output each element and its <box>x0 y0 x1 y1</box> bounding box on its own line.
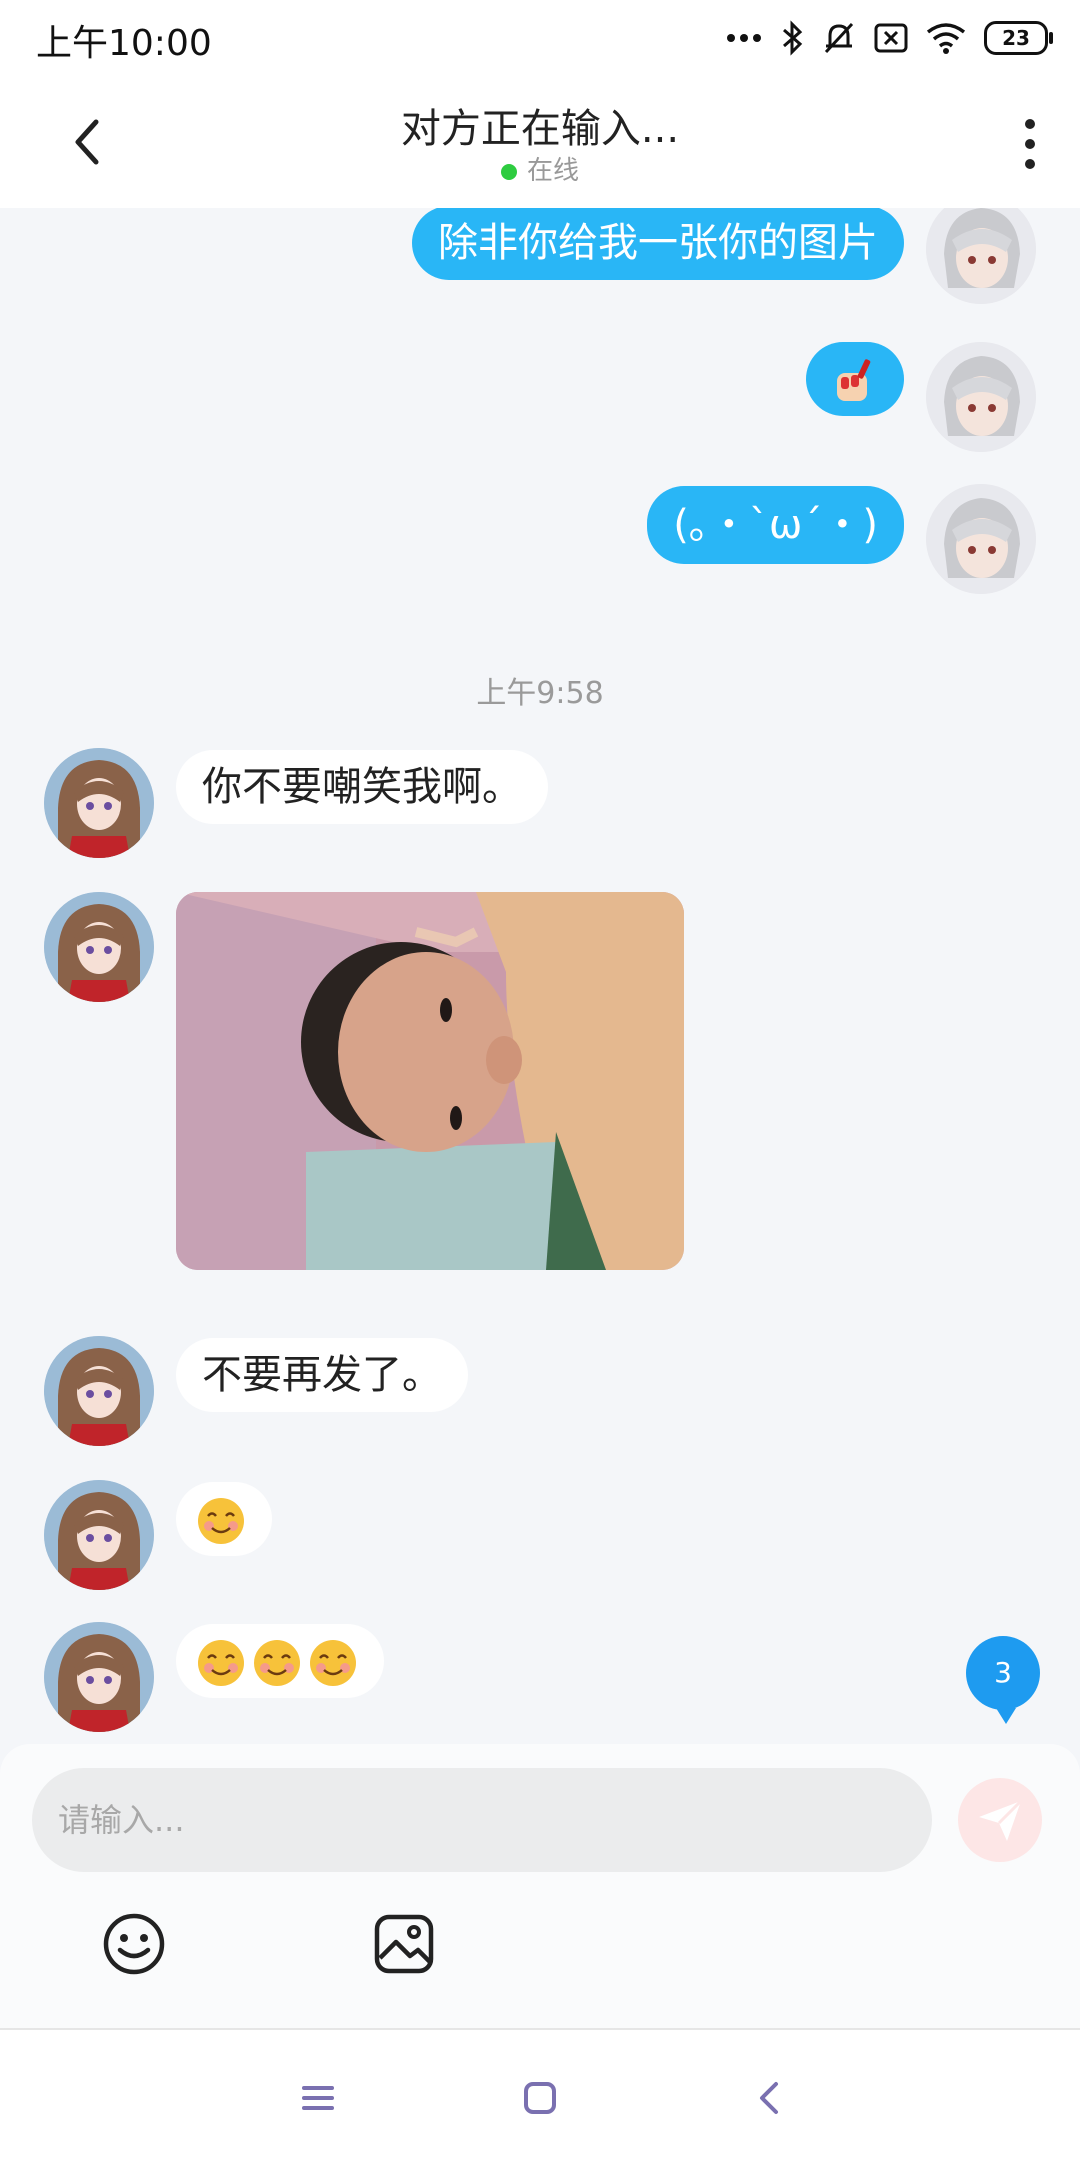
avatar[interactable] <box>44 892 154 1002</box>
message-bubble-out[interactable] <box>806 342 904 416</box>
message-timestamp: 上午9:58 <box>476 676 604 711</box>
message-bubble-out[interactable]: 除非你给我一张你的图片 <box>412 208 904 280</box>
avatar[interactable] <box>44 1622 154 1732</box>
emoji-icon[interactable] <box>102 1912 166 1976</box>
home-nav-icon[interactable] <box>520 2078 560 2118</box>
message-bubble-out[interactable]: (｡・`ω´・) <box>647 486 904 564</box>
smiling-face-emoji-icon <box>198 1498 244 1544</box>
nail-polish-emoji-icon <box>837 359 871 401</box>
message-bubble-in[interactable] <box>176 1482 272 1556</box>
online-dot-icon <box>500 163 517 180</box>
avatar[interactable] <box>926 208 1036 304</box>
mute-bell-icon <box>824 22 854 54</box>
system-nav-bar <box>0 2030 1080 2160</box>
avatar[interactable] <box>44 1480 154 1590</box>
chat-header: 对方正在输入... 在线 <box>0 76 1080 208</box>
more-options-icon[interactable] <box>1020 116 1040 172</box>
image-icon[interactable] <box>372 1912 436 1976</box>
avatar[interactable] <box>926 342 1036 452</box>
presence-status: 在线 <box>0 150 1080 187</box>
sim-x-icon <box>874 23 908 53</box>
smiling-face-emoji-icon <box>254 1640 300 1686</box>
message-list[interactable]: 除非你给我一张你的图片 (｡・`ω´・) 上午9:58 你不要嘲笑我啊。 不要再… <box>0 208 1080 1744</box>
avatar[interactable] <box>926 484 1036 594</box>
status-bar: 上午10:00 23 <box>0 0 1080 76</box>
smiling-face-emoji-icon <box>198 1640 244 1686</box>
status-time: 上午10:00 <box>36 23 212 64</box>
menu-nav-icon[interactable] <box>298 2078 338 2118</box>
presence-label: 在线 <box>526 156 579 186</box>
message-photo[interactable] <box>176 892 684 1270</box>
message-bubble-in[interactable]: 不要再发了。 <box>176 1338 468 1412</box>
bluetooth-icon <box>783 20 803 56</box>
message-input[interactable] <box>32 1768 932 1872</box>
more-dots-icon <box>727 34 761 42</box>
send-icon <box>979 1799 1023 1841</box>
message-bubble-in[interactable]: 你不要嘲笑我啊。 <box>176 750 548 824</box>
status-icons: 23 <box>726 16 1053 60</box>
back-nav-icon[interactable] <box>750 2078 790 2118</box>
unread-count-badge[interactable]: 3 <box>966 1636 1040 1724</box>
avatar[interactable] <box>44 748 154 858</box>
message-bubble-in[interactable] <box>176 1624 384 1698</box>
composer-panel <box>0 1744 1080 2030</box>
avatar[interactable] <box>44 1336 154 1446</box>
wifi-icon <box>926 23 966 54</box>
smiling-face-emoji-icon <box>310 1640 356 1686</box>
send-button[interactable] <box>958 1778 1042 1862</box>
chat-title: 对方正在输入... <box>400 106 680 152</box>
battery-icon: 23 <box>984 21 1053 55</box>
